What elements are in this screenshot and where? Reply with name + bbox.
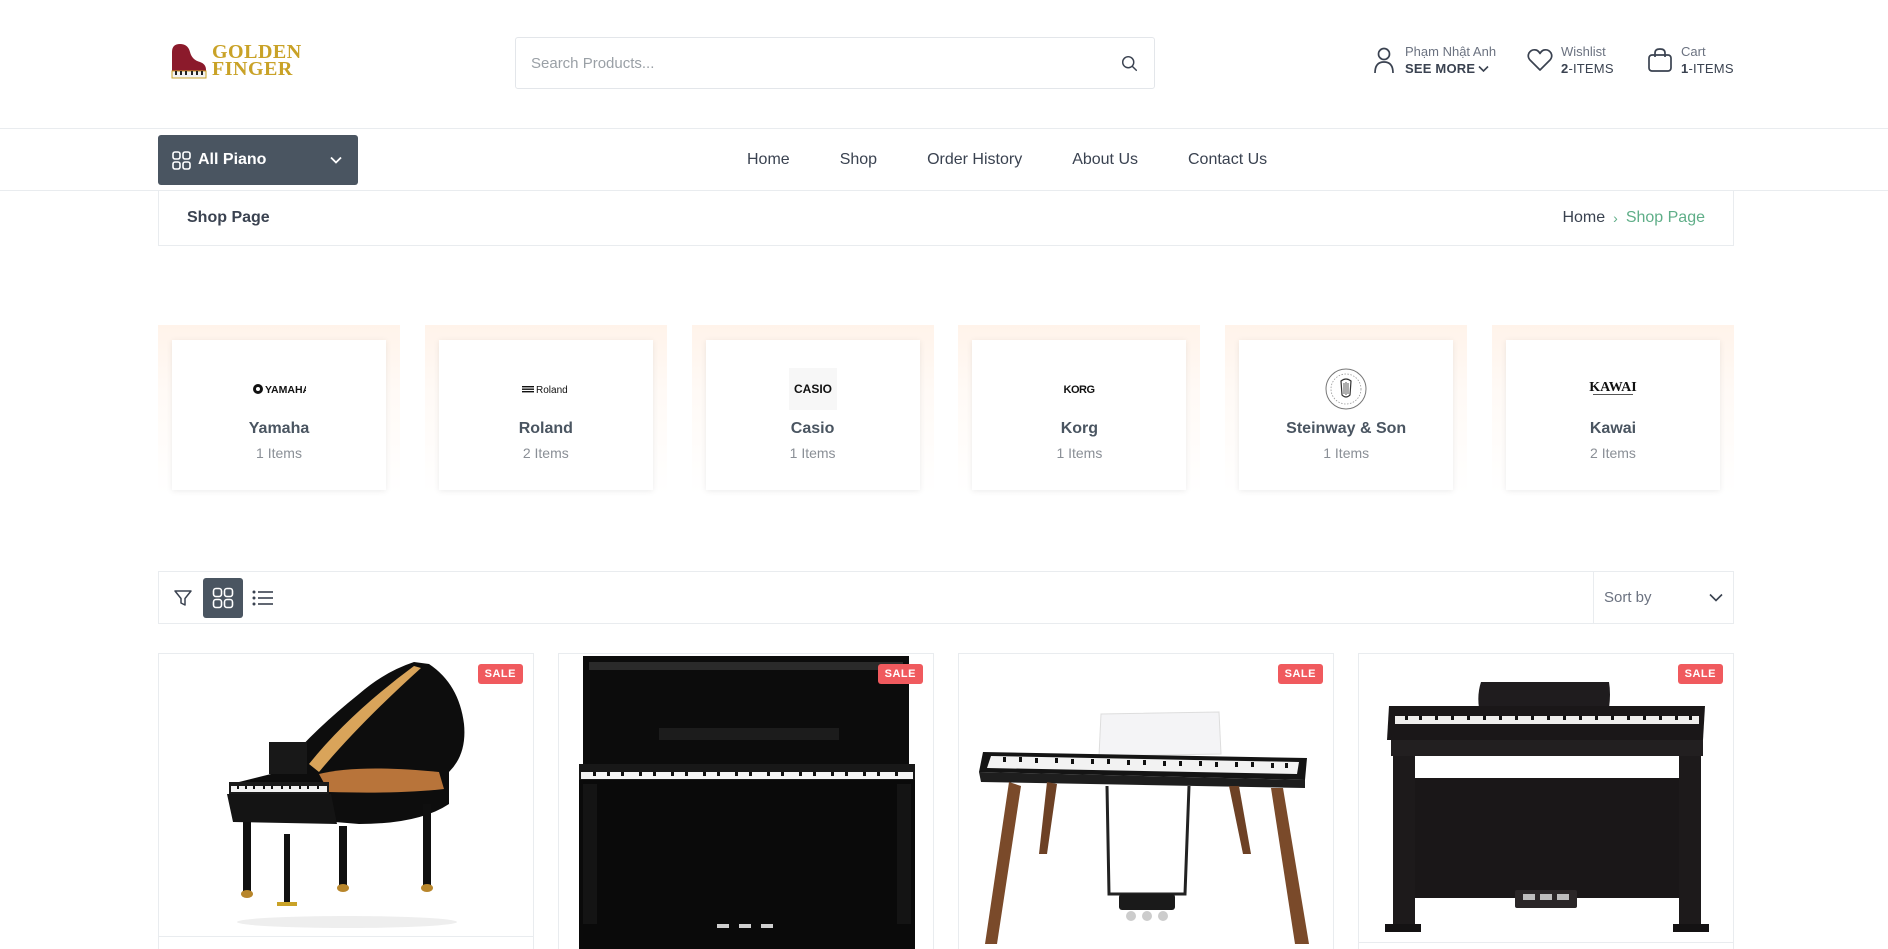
cart-label: Cart [1681,44,1706,59]
brand-name: Casio [790,420,835,437]
sale-badge: SALE [877,664,923,684]
nav-item-shop[interactable]: Shop [840,151,877,169]
brand-count: 1 Items [256,445,302,461]
product-card[interactable]: SALE [958,653,1334,949]
search-input[interactable] [516,38,1104,88]
nav-item-home[interactable]: Home [747,151,790,169]
wishlist-label: Wishlist [1561,44,1606,59]
main-navbar: All Piano Home Shop Order History About … [0,129,1888,191]
wishlist-link[interactable]: Wishlist 2-ITEMS [1526,44,1614,78]
brand-name: Roland [518,420,573,437]
casio-logo: CASIO [788,368,837,410]
nav-item-order-history[interactable]: Order History [927,151,1022,169]
brand-name: Korg [1060,420,1099,437]
grid-icon [172,150,191,170]
card-divider [1359,942,1733,943]
chevron-down-icon [330,156,342,164]
svg-text:Roland: Roland [536,385,568,395]
brand-name: Yamaha [248,420,310,437]
header: GOLDEN FINGER Phạm Nhật Anh SEE MORE Wis… [0,0,1888,129]
brand-name: Steinway & Son [1286,420,1407,437]
brand-card-casio[interactable]: CASIO Casio 1 Items [691,325,934,495]
sort-select[interactable]: Sort by [1593,572,1733,623]
brand-count: 1 Items [789,445,836,461]
nav-item-contact-us[interactable]: Contact Us [1188,151,1267,169]
upright-piano-image [579,656,915,949]
breadcrumb-current: Shop Page [1625,209,1705,226]
brand-card-steinway[interactable]: Steinway & Son 1 Items [1225,325,1468,495]
logo-text: GOLDEN FINGER [212,41,302,80]
filter-icon [174,589,192,606]
steinway-crest-logo [1324,368,1368,410]
grid-view-button[interactable] [203,577,243,618]
svg-text:CASIO: CASIO [794,382,832,396]
wishlist-suffix: -ITEMS [1568,61,1614,76]
grid-icon [212,587,234,608]
piano-logo-icon [168,42,208,80]
kawai-logo: KAWAI [1587,368,1639,410]
site-logo[interactable]: GOLDEN FINGER [168,42,302,80]
see-more-link[interactable]: SEE MORE [1405,60,1475,78]
breadcrumb-home-link[interactable]: Home [1562,209,1605,227]
svg-text:KORG: KORG [1064,384,1095,396]
brand-list: YAMAHA Yamaha 1 Items Roland Roland 2 It… [158,325,1734,495]
brand-count: 1 Items [1323,445,1370,461]
sort-label: Sort by [1604,589,1652,606]
digital-piano-stand-image [979,711,1309,944]
filter-button[interactable] [163,578,203,618]
breadcrumb: Shop Page Home › Shop Page [158,191,1734,246]
cart-suffix: -ITEMS [1688,61,1734,76]
brand-count: 2 Items [522,445,569,461]
brand-card-korg[interactable]: KORG Korg 1 Items [958,325,1201,495]
cart-link[interactable]: Cart 1-ITEMS [1646,44,1734,78]
card-divider [159,936,533,937]
page-title: Shop Page [187,209,270,226]
brand-card-yamaha[interactable]: YAMAHA Yamaha 1 Items [158,325,400,495]
search-box [515,37,1155,89]
digital-piano-cabinet-image [1385,682,1709,932]
sale-badge: SALE [477,664,523,684]
shopping-bag-icon [1646,44,1674,76]
list-view-button[interactable] [243,578,283,618]
brand-name: Kawai [1589,420,1637,437]
roland-logo: Roland [521,368,570,410]
product-card[interactable]: SALE [158,653,534,949]
chevron-down-icon [1478,65,1489,73]
heart-icon [1526,44,1554,76]
account-menu[interactable]: Phạm Nhật Anh SEE MORE [1370,44,1496,78]
korg-logo: KORG [1059,368,1099,410]
sale-badge: SALE [1677,664,1723,684]
product-card[interactable]: SALE [1358,653,1734,949]
search-icon [1121,55,1137,71]
product-card[interactable]: SALE [558,653,934,949]
user-icon [1370,44,1398,76]
svg-text:YAMAHA: YAMAHA [265,384,306,396]
list-icon [252,590,273,605]
nav-menu: Home Shop Order History About Us Contact… [747,129,1317,191]
brand-count: 2 Items [1590,445,1636,461]
brand-card-roland[interactable]: Roland Roland 2 Items [424,325,667,495]
breadcrumb-path: Home › Shop Page [1562,209,1705,227]
brand-count: 1 Items [1056,445,1103,461]
shop-toolbar: Sort by [158,571,1734,624]
chevron-right-icon: › [1613,210,1618,226]
all-categories-button[interactable]: All Piano [158,135,358,185]
product-grid: SALE SALE SALE SALE [158,653,1734,949]
all-categories-label: All Piano [198,151,267,168]
search-button[interactable] [1104,38,1154,88]
chevron-down-icon [1709,593,1723,602]
sale-badge: SALE [1277,664,1323,684]
brand-card-kawai[interactable]: KAWAI Kawai 2 Items [1491,325,1734,495]
grand-piano-image [227,662,465,928]
nav-item-about-us[interactable]: About Us [1072,151,1138,169]
svg-text:KAWAI: KAWAI [1589,380,1636,395]
account-name: Phạm Nhật Anh [1405,44,1497,59]
yamaha-logo: YAMAHA [252,368,306,410]
